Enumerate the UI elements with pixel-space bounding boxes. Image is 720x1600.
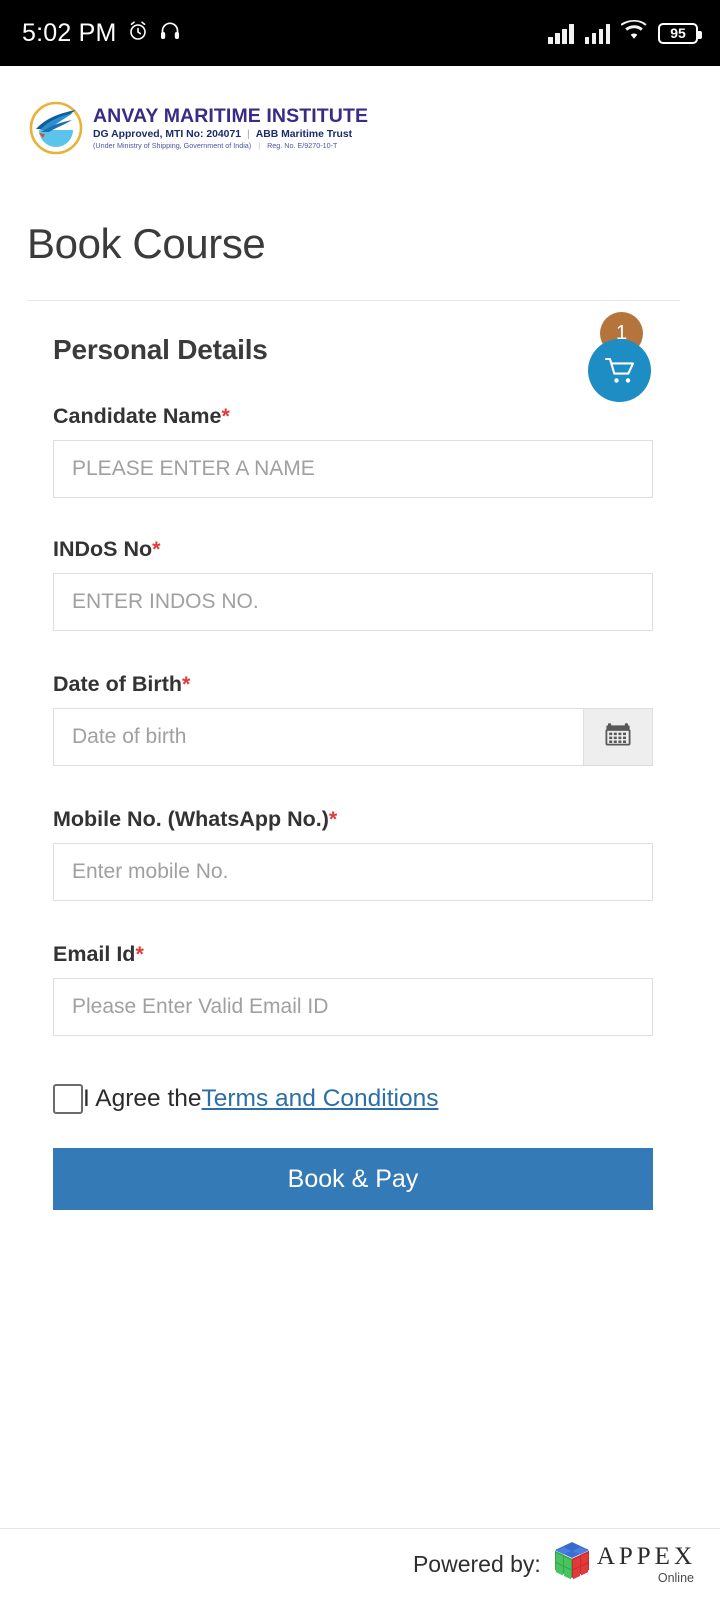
field-label-mobile-no: Mobile No. (WhatsApp No.)* xyxy=(53,807,653,831)
field-mobile-no: Mobile No. (WhatsApp No.)* xyxy=(53,807,653,901)
headphones-icon xyxy=(159,19,181,48)
appex-text: APPEX Online xyxy=(597,1544,696,1585)
field-indos-no: INDoS No* xyxy=(53,537,653,631)
field-label-text: INDoS No xyxy=(53,537,153,561)
wifi-icon xyxy=(620,19,647,46)
email-id-input[interactable] xyxy=(53,977,653,1036)
alarm-clock-icon xyxy=(126,19,150,48)
battery-icon: 95 xyxy=(658,22,702,44)
page-title: Book Course xyxy=(27,220,266,267)
required-marker: * xyxy=(135,942,144,966)
field-date-of-birth: Date of Birth* xyxy=(53,672,653,766)
appex-brand-name: APPEX xyxy=(596,1543,696,1571)
field-label-text: Candidate Name xyxy=(53,404,222,428)
app-header: ANVAY MARITIME INSTITUTE DG Approved, MT… xyxy=(0,66,720,226)
brand-subtitle-2: (Under Ministry of Shipping, Government … xyxy=(93,140,368,150)
field-label-text: Email Id xyxy=(53,942,136,966)
brand-subtitle-right: ABB Maritime Trust xyxy=(255,128,353,140)
footer: Powered by: APPEX Online xyxy=(413,1540,696,1589)
required-marker: * xyxy=(221,404,230,428)
signal-bars-icon-2 xyxy=(584,22,610,44)
status-bar: 5:02 PM 95 xyxy=(0,0,720,66)
required-marker: * xyxy=(182,672,191,696)
date-of-birth-input[interactable] xyxy=(53,707,583,766)
signal-bars-icon xyxy=(548,22,574,44)
terms-agreement-row: I Agree the Terms and Conditions xyxy=(53,1084,438,1114)
calendar-icon xyxy=(604,720,632,753)
powered-by-label: Powered by: xyxy=(412,1551,541,1577)
terms-and-conditions-link[interactable]: Terms and Conditions xyxy=(202,1086,439,1112)
indos-no-input[interactable] xyxy=(53,572,653,631)
brand-subtitle-separator: | xyxy=(247,128,250,140)
title-divider xyxy=(27,300,680,301)
calendar-picker-button[interactable] xyxy=(583,707,653,766)
brand-ministry-note: (Under Ministry of Shipping, Government … xyxy=(93,140,252,150)
status-bar-left: 5:02 PM xyxy=(22,19,181,48)
anvay-maritime-logo-icon xyxy=(27,99,85,157)
brand-reg-no: Reg. No. E/9270-10-T xyxy=(267,140,338,150)
field-label-indos-no: INDoS No* xyxy=(53,537,653,561)
brand-name: ANVAY MARITIME INSTITUTE xyxy=(93,105,369,128)
book-and-pay-button[interactable]: Book & Pay xyxy=(53,1148,653,1210)
section-title-personal-details: Personal Details xyxy=(53,334,268,365)
required-marker: * xyxy=(152,537,161,561)
status-time: 5:02 PM xyxy=(22,18,117,47)
date-of-birth-input-group xyxy=(53,707,653,766)
mobile-no-input[interactable] xyxy=(53,842,653,901)
field-label-candidate-name: Candidate Name* xyxy=(53,404,653,428)
field-label-email-id: Email Id* xyxy=(53,942,653,966)
footer-divider xyxy=(0,1528,720,1529)
brand-subtitle: DG Approved, MTI No: 204071 | ABB Mariti… xyxy=(93,129,368,140)
status-bar-right: 95 xyxy=(548,19,702,46)
field-email-id: Email Id* xyxy=(53,942,653,1036)
brand-subtitle-left: DG Approved, MTI No: 204071 xyxy=(93,128,242,140)
cart-widget[interactable]: 1 xyxy=(588,312,652,402)
battery-level: 95 xyxy=(670,25,686,41)
shopping-cart-icon[interactable] xyxy=(588,339,651,402)
field-label-text: Mobile No. (WhatsApp No.) xyxy=(53,807,329,831)
terms-agree-checkbox[interactable] xyxy=(53,1084,83,1114)
brand-text: ANVAY MARITIME INSTITUTE DG Approved, MT… xyxy=(93,106,368,149)
app-screen: 5:02 PM 95 ANVAY MARITIME INSTITUTE DG A… xyxy=(0,0,720,1600)
appex-branding[interactable]: APPEX Online xyxy=(551,1540,696,1589)
brand-subtitle-2-separator: | xyxy=(258,140,261,150)
field-candidate-name: Candidate Name* xyxy=(53,404,653,498)
required-marker: * xyxy=(328,807,338,831)
appex-brand-sub: Online xyxy=(657,1571,694,1586)
brand-logo[interactable]: ANVAY MARITIME INSTITUTE DG Approved, MT… xyxy=(27,99,368,157)
candidate-name-input[interactable] xyxy=(53,439,653,498)
terms-agree-label: I Agree the xyxy=(83,1084,202,1112)
field-label-date-of-birth: Date of Birth* xyxy=(53,672,653,696)
appex-cube-icon xyxy=(551,1540,593,1589)
field-label-text: Date of Birth xyxy=(53,672,182,696)
